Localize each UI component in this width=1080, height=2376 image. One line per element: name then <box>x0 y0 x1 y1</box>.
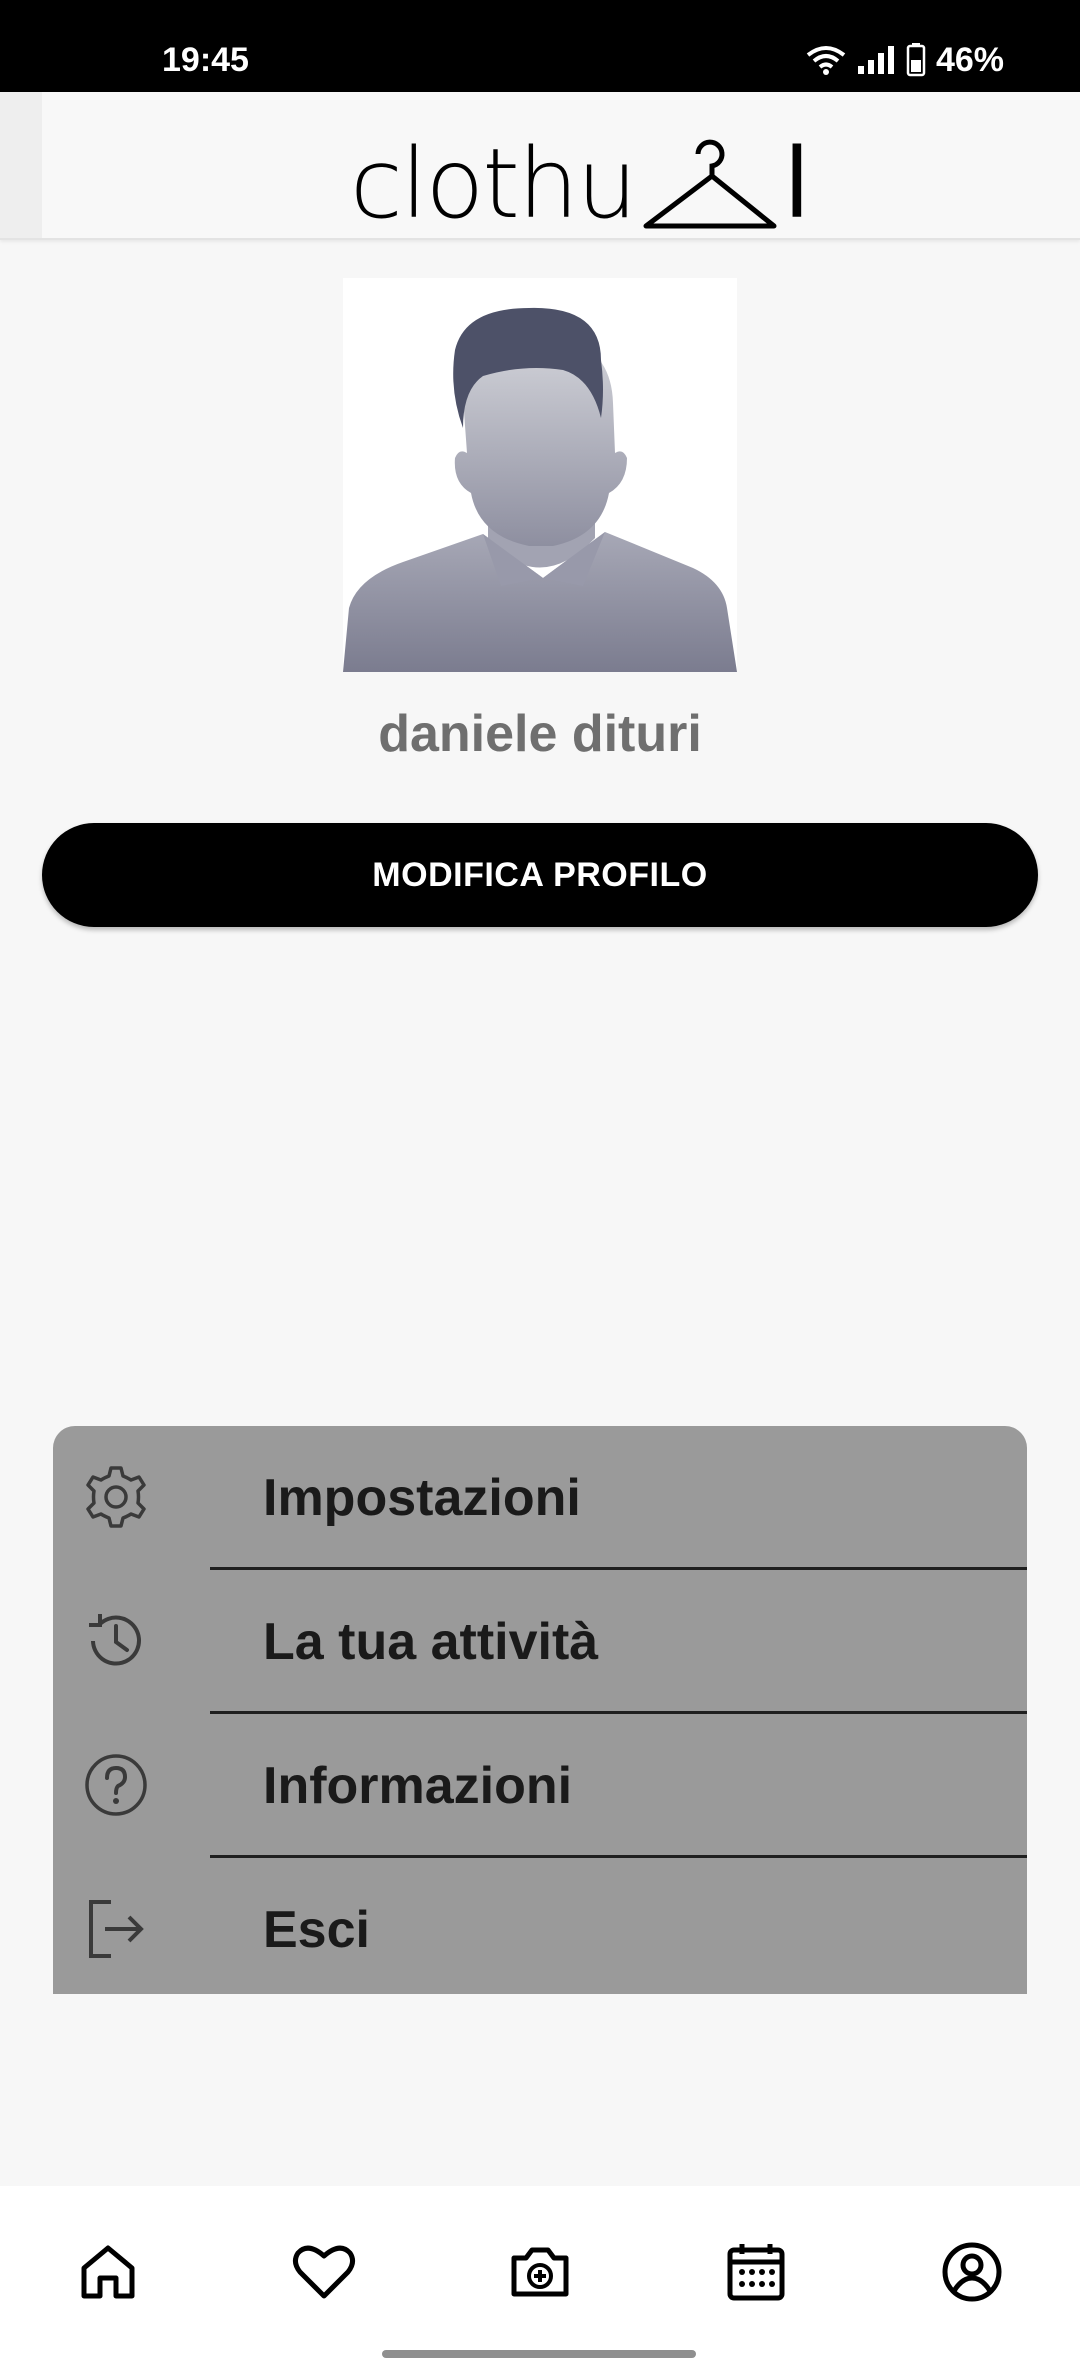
heart-icon[interactable] <box>292 2240 356 2304</box>
menu-item-label: Impostazioni <box>263 1469 581 1527</box>
battery-percentage: 46% <box>935 41 1004 79</box>
logo-suffix: l <box>783 128 811 240</box>
menu-item-logout[interactable]: Esci <box>53 1858 1027 2000</box>
logo-text: clothu <box>350 128 638 240</box>
gear-icon <box>86 1466 146 1528</box>
camera-plus-icon[interactable] <box>508 2240 572 2304</box>
account-circle-icon[interactable] <box>940 2240 1004 2304</box>
battery-icon <box>906 43 926 77</box>
logout-icon <box>89 1900 144 1958</box>
app-logo: clothu l <box>350 112 810 232</box>
profile-menu: Impostazioni La tua attività Informazion… <box>53 1426 1027 1994</box>
calendar-icon[interactable] <box>724 2240 788 2304</box>
edit-profile-button[interactable]: MODIFICA PROFILO <box>42 823 1038 927</box>
history-icon <box>89 1614 141 1666</box>
status-bar: 19:45 46% <box>0 0 1080 92</box>
profile-username: daniele dituri <box>378 705 702 763</box>
header-left-strip <box>0 92 42 238</box>
home-indicator[interactable] <box>382 2350 696 2358</box>
app-header: clothu l <box>0 92 1080 240</box>
avatar-placeholder-icon <box>343 278 737 672</box>
menu-item-settings[interactable]: Impostazioni <box>53 1426 1027 1568</box>
signal-icon <box>857 46 894 74</box>
status-time: 19:45 <box>162 41 249 79</box>
avatar <box>343 278 737 672</box>
home-icon[interactable] <box>76 2240 140 2304</box>
status-indicators: 46% <box>806 40 1004 80</box>
wifi-icon <box>806 46 846 75</box>
menu-item-info[interactable]: Informazioni <box>53 1714 1027 1856</box>
menu-item-label: Esci <box>263 1901 370 1959</box>
menu-item-activity[interactable]: La tua attività <box>53 1570 1027 1712</box>
hanger-icon <box>643 139 777 229</box>
menu-item-label: Informazioni <box>263 1757 573 1815</box>
menu-item-label: La tua attività <box>263 1613 599 1671</box>
help-circle-icon <box>85 1754 147 1816</box>
bottom-navigation <box>0 2186 1080 2376</box>
